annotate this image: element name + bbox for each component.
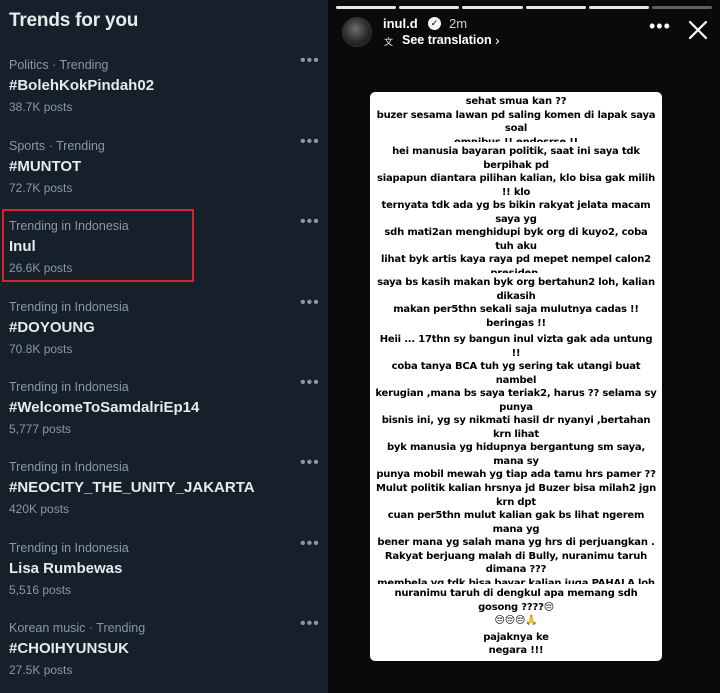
story-timestamp: 2m [449, 16, 468, 31]
trend-context: Politics · Trending [9, 58, 109, 72]
chevron-right-icon[interactable]: › [495, 32, 500, 48]
progress-segment [588, 6, 649, 9]
more-options-icon[interactable]: ••• [300, 214, 320, 231]
story-username[interactable]: inul.d [383, 16, 418, 31]
trend-item[interactable]: Trending in Indonesia #WelcomeToSamdalri… [0, 375, 328, 460]
trend-post-count: 70.8K posts [9, 342, 73, 356]
trend-post-count: 38.7K posts [9, 100, 73, 114]
trend-context: Trending in Indonesia [9, 300, 129, 314]
trend-context: Trending in Indonesia [9, 541, 129, 555]
trend-name: #NEOCITY_THE_UNITY_JAKARTA [9, 479, 255, 496]
trend-item[interactable]: Politics · Trending #BolehKokPindah02 38… [0, 53, 328, 138]
more-options-icon[interactable]: ••• [300, 134, 320, 151]
trend-post-count: 27.5K posts [9, 663, 73, 677]
more-options-icon[interactable]: ••• [300, 536, 320, 553]
trend-item[interactable]: Sports · Trending #MUNTOT 72.7K posts ••… [0, 134, 328, 219]
trend-context: Korean music · Trending [9, 621, 146, 635]
trend-item[interactable]: Trending in Indonesia #NEOCITY_THE_UNITY… [0, 455, 328, 540]
more-options-icon[interactable]: ••• [649, 17, 671, 35]
trend-name: #WelcomeToSamdalriEp14 [9, 399, 200, 416]
story-text-card: nuranimu taruh di dengkul apa memang sdh… [370, 584, 662, 631]
story-viewer: inul.d ✓ 2m 文 See translation › ••• seha… [328, 0, 720, 693]
trend-item[interactable]: Korean music · Trending #CHOIHYUNSUK 27.… [0, 616, 328, 693]
trend-post-count: 72.7K posts [9, 181, 73, 195]
avatar[interactable] [342, 17, 372, 47]
highlight-box [2, 209, 194, 282]
translate-icon[interactable]: 文 [384, 35, 397, 48]
more-options-icon[interactable]: ••• [300, 616, 320, 633]
trend-context: Trending in Indonesia [9, 380, 129, 394]
svg-text:文: 文 [384, 36, 393, 48]
progress-segment [399, 6, 460, 9]
close-icon[interactable] [686, 18, 710, 42]
trend-item[interactable]: Trending in Indonesia #DOYOUNG 70.8K pos… [0, 295, 328, 380]
more-options-icon[interactable]: ••• [300, 53, 320, 70]
trend-post-count: 5,516 posts [9, 583, 72, 597]
story-progress-bar [336, 6, 713, 9]
verified-badge-icon: ✓ [428, 17, 441, 30]
progress-segment [525, 6, 586, 9]
trend-post-count: 5,777 posts [9, 422, 72, 436]
trend-name: Lisa Rumbewas [9, 560, 123, 577]
trend-name: #DOYOUNG [9, 319, 95, 336]
trend-name: #BolehKokPindah02 [9, 77, 155, 94]
see-translation-link[interactable]: See translation [402, 33, 492, 47]
trend-name: #MUNTOT [9, 158, 82, 175]
trends-header: Trends for you [9, 10, 139, 31]
progress-segment [336, 6, 397, 9]
more-options-icon[interactable]: ••• [300, 295, 320, 312]
progress-segment [651, 6, 713, 9]
trend-item[interactable]: Trending in Indonesia Lisa Rumbewas 5,51… [0, 536, 328, 621]
more-options-icon[interactable]: ••• [300, 455, 320, 472]
trend-context: Trending in Indonesia [9, 460, 129, 474]
trend-post-count: 420K posts [9, 502, 70, 516]
story-text-card: Mulut politik kalian hrsnya jd Buzer bis… [370, 479, 662, 661]
trends-panel: Trends for you Politics · Trending #Bole… [0, 0, 328, 693]
progress-segment [462, 6, 523, 9]
more-options-icon[interactable]: ••• [300, 375, 320, 392]
trend-context: Sports · Trending [9, 139, 105, 153]
trend-name: #CHOIHYUNSUK [9, 640, 130, 657]
